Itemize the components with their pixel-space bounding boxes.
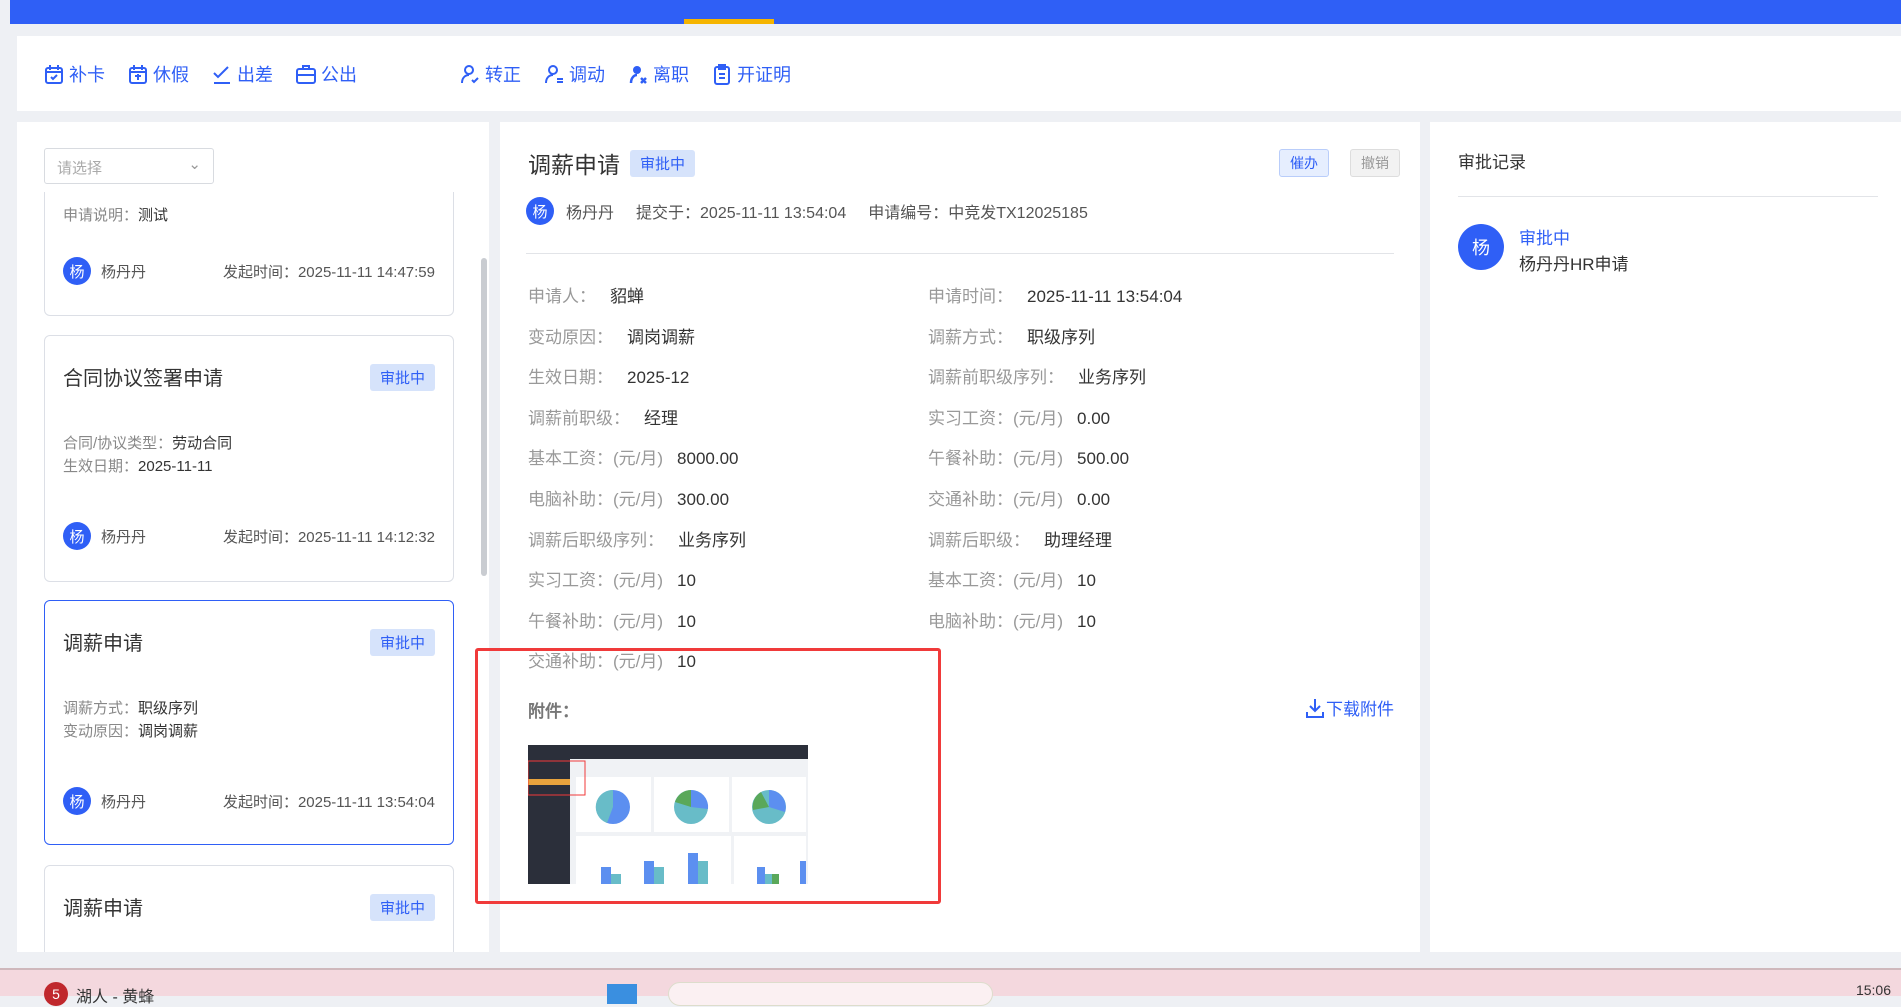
plane-icon bbox=[213, 65, 230, 84]
avatar: 杨 bbox=[63, 787, 91, 815]
card-field: 合同/协议类型：劳动合同 bbox=[63, 435, 233, 452]
briefcase-icon bbox=[296, 64, 316, 84]
quick-action-toolbar: 补卡 休假 出差 公出 转正 调动 离职 开证明 bbox=[17, 36, 1901, 111]
filter-select[interactable]: 请选择 ⌄ bbox=[44, 148, 214, 184]
detail-field: 调薪前职级序列： 业务序列 bbox=[928, 368, 1146, 388]
download-label: 下载附件 bbox=[1326, 700, 1394, 719]
card-title: 合同协议签署申请 bbox=[63, 368, 223, 390]
status-badge: 审批中 bbox=[630, 149, 696, 177]
application-list-panel: 请选择 ⌄ 申请说明：测试杨杨丹丹 发起时间：2025-11-11 14:47:59… bbox=[17, 122, 489, 952]
toolbar-label: 开证明 bbox=[737, 64, 791, 85]
application-card[interactable]: 合同协议签署申请 审批中合同/协议类型：劳动合同 生效日期：2025-11-11 杨杨… bbox=[44, 335, 454, 582]
status-badge: 审批中 bbox=[369, 629, 435, 656]
list-scrollbar[interactable] bbox=[481, 258, 487, 576]
user-transfer-icon bbox=[545, 64, 563, 83]
toolbar-label: 公出 bbox=[321, 64, 357, 85]
toolbar-plane-button[interactable]: 出差 bbox=[211, 61, 273, 87]
submitted-time: 提交于：2025-11-11 13:54:04 bbox=[636, 205, 847, 222]
media-title[interactable]: 湖人 - 黄蜂 bbox=[76, 983, 154, 1007]
calendar-leave-icon bbox=[129, 64, 147, 84]
toolbar-briefcase-button[interactable]: 公出 bbox=[295, 61, 357, 87]
application-card[interactable]: 调薪申请 审批中 bbox=[44, 865, 454, 952]
avatar: 杨 bbox=[526, 197, 554, 225]
record-status: 审批中 bbox=[1519, 229, 1570, 248]
detail-field: 实习工资：(元/月) 10 bbox=[528, 571, 696, 591]
toolbar-calendar-leave-button[interactable]: 休假 bbox=[127, 61, 189, 87]
windows-start-icon[interactable] bbox=[607, 984, 637, 1004]
calendar-check-icon bbox=[45, 64, 63, 84]
toolbar-label: 调动 bbox=[569, 64, 605, 85]
chevron-down-icon: ⌄ bbox=[188, 156, 201, 173]
initiated-time: 发起时间：2025-11-11 14:47:59 bbox=[222, 263, 435, 281]
toolbar-calendar-check-button[interactable]: 补卡 bbox=[43, 61, 105, 87]
toolbar-user-transfer-button[interactable]: 调动 bbox=[543, 61, 605, 87]
notification-badge[interactable]: 5 bbox=[44, 982, 68, 1006]
status-badge: 审批中 bbox=[369, 364, 435, 391]
toolbar-user-leave-button[interactable]: 离职 bbox=[627, 61, 689, 87]
detail-field: 实习工资：(元/月) 0.00 bbox=[928, 408, 1111, 428]
download-icon bbox=[1306, 698, 1324, 718]
submitter-name: 杨丹丹 bbox=[566, 205, 615, 222]
detail-field: 调薪前职级： 经理 bbox=[528, 408, 678, 428]
approval-records-panel: 审批记录 杨 审批中 杨丹丹HR申请 bbox=[1430, 122, 1901, 952]
detail-field: 申请时间： 2025-11-11 13:54:04 bbox=[928, 287, 1183, 306]
detail-field: 变动原因： 调岗调薪 bbox=[528, 327, 695, 347]
highlight-annotation-box bbox=[475, 648, 941, 904]
card-title: 调薪申请 bbox=[63, 898, 143, 920]
detail-field: 调薪后职级： 助理经理 bbox=[928, 530, 1112, 550]
detail-field: 基本工资：(元/月) 10 bbox=[928, 571, 1096, 591]
application-card[interactable]: 调薪申请 审批中调薪方式：职级序列 变动原因：调岗调薪杨杨丹丹 发起时间：2025-1… bbox=[44, 600, 454, 845]
toolbar-label: 补卡 bbox=[69, 64, 105, 85]
download-attachments-link[interactable]: 下载附件 bbox=[1304, 695, 1394, 720]
active-tab-indicator bbox=[684, 19, 774, 24]
detail-field: 交通补助：(元/月) 0.00 bbox=[928, 490, 1111, 509]
card-field: 申请说明：测试 bbox=[63, 207, 169, 224]
card-field: 变动原因：调岗调薪 bbox=[63, 723, 199, 740]
card-field: 调薪方式：职级序列 bbox=[63, 700, 199, 717]
toolbar-label: 转正 bbox=[485, 64, 521, 85]
top-nav-bar bbox=[10, 0, 1901, 24]
detail-field: 午餐补助：(元/月) 500.00 bbox=[928, 449, 1130, 469]
toolbar-label: 出差 bbox=[237, 64, 273, 85]
initiated-time: 发起时间：2025-11-11 13:54:04 bbox=[222, 793, 435, 811]
application-number: 申请编号：中竞发TX12025185 bbox=[868, 205, 1088, 222]
detail-field: 电脑补助：(元/月) 300.00 bbox=[528, 490, 730, 509]
clipboard-icon bbox=[714, 63, 730, 85]
applicant-name: 杨丹丹 bbox=[101, 263, 147, 281]
select-placeholder: 请选择 bbox=[57, 160, 103, 177]
record-avatar: 杨 bbox=[1458, 224, 1504, 270]
divider bbox=[1458, 196, 1878, 197]
detail-field: 申请人： 貂蝉 bbox=[528, 287, 644, 306]
detail-field: 生效日期： 2025-12 bbox=[528, 368, 690, 388]
detail-field: 午餐补助：(元/月) 10 bbox=[528, 611, 696, 631]
toolbar-label: 离职 bbox=[653, 64, 689, 85]
os-taskbar: 5 湖人 - 黄蜂 15:06 bbox=[0, 968, 1901, 1006]
urge-button[interactable]: 催办 bbox=[1279, 149, 1329, 177]
card-title: 调薪申请 bbox=[63, 633, 143, 655]
applicant-name: 杨丹丹 bbox=[101, 528, 147, 546]
records-title: 审批记录 bbox=[1458, 153, 1526, 172]
divider bbox=[526, 253, 1394, 254]
detail-title: 调薪申请 bbox=[528, 152, 620, 178]
detail-field: 调薪后职级序列： 业务序列 bbox=[528, 530, 746, 550]
applicant-name: 杨丹丹 bbox=[101, 793, 147, 811]
avatar: 杨 bbox=[63, 522, 91, 550]
toolbar-label: 休假 bbox=[153, 64, 189, 85]
avatar: 杨 bbox=[63, 257, 91, 285]
record-description: 杨丹丹HR申请 bbox=[1519, 255, 1629, 274]
detail-field: 基本工资：(元/月) 8000.00 bbox=[528, 449, 739, 469]
application-list: 申请说明：测试杨杨丹丹 发起时间：2025-11-11 14:47:59 合同协议签… bbox=[17, 192, 489, 952]
user-leave-icon bbox=[629, 65, 647, 84]
initiated-time: 发起时间：2025-11-11 14:12:32 bbox=[222, 528, 435, 546]
user-check-icon bbox=[461, 64, 479, 83]
status-badge: 审批中 bbox=[369, 894, 435, 921]
toolbar-clipboard-button[interactable]: 开证明 bbox=[711, 61, 791, 87]
toolbar-user-check-button[interactable]: 转正 bbox=[459, 61, 521, 87]
application-card[interactable]: 申请说明：测试杨杨丹丹 发起时间：2025-11-11 14:47:59 bbox=[44, 192, 454, 316]
detail-field: 电脑补助：(元/月) 10 bbox=[928, 611, 1096, 631]
detail-field: 调薪方式： 职级序列 bbox=[928, 327, 1095, 347]
taskbar-search[interactable] bbox=[668, 982, 993, 1006]
card-field: 生效日期：2025-11-11 bbox=[63, 458, 213, 475]
revoke-button[interactable]: 撤销 bbox=[1350, 149, 1400, 177]
